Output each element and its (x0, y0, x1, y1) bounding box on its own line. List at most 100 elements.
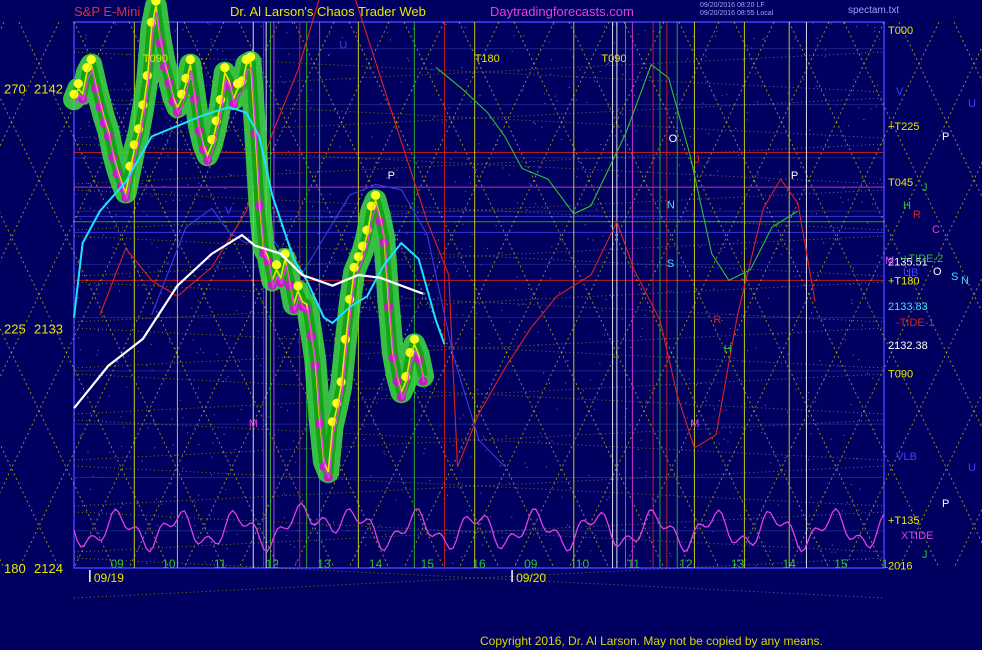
star (95, 285, 97, 287)
interior-label: P (791, 170, 798, 182)
star (150, 343, 152, 345)
right-axis-label: T090 (888, 369, 913, 381)
star (590, 550, 592, 552)
star (223, 434, 225, 435)
star (549, 278, 551, 280)
star (77, 297, 79, 299)
star (808, 392, 810, 394)
star (714, 408, 715, 410)
star (429, 479, 431, 481)
star (685, 402, 687, 404)
star (120, 416, 122, 418)
right-legend-letter: J (922, 549, 928, 561)
star (312, 206, 313, 207)
star (552, 23, 554, 25)
star (171, 418, 173, 420)
star (462, 314, 464, 316)
star (808, 405, 810, 407)
star (175, 525, 177, 527)
star (234, 449, 236, 450)
x-hour-label: 15 (834, 557, 848, 571)
star (495, 225, 497, 227)
star (856, 26, 858, 28)
star (596, 208, 598, 210)
interior-label: T180 (475, 53, 500, 65)
star (800, 166, 801, 168)
star (361, 381, 363, 383)
star (825, 49, 826, 51)
star (198, 387, 199, 389)
star (851, 302, 853, 304)
star (222, 50, 223, 52)
star (475, 337, 477, 339)
star (501, 252, 503, 254)
star (448, 107, 450, 109)
star (208, 259, 210, 260)
star (645, 226, 647, 228)
star (79, 349, 81, 351)
star (843, 434, 845, 436)
star (755, 73, 757, 75)
star (476, 389, 478, 391)
interior-label: R (713, 314, 721, 326)
star (458, 301, 460, 303)
star (304, 448, 306, 450)
star (432, 118, 434, 120)
star (174, 30, 176, 32)
star (278, 345, 280, 347)
star (823, 242, 825, 244)
star (363, 426, 365, 427)
x-hour-label: 11 (627, 557, 640, 571)
star (78, 337, 80, 339)
star (858, 509, 860, 511)
star (286, 32, 288, 34)
star (180, 409, 182, 411)
star (171, 512, 173, 514)
star (526, 209, 528, 211)
star (518, 70, 520, 72)
star (210, 42, 212, 44)
star (614, 42, 615, 44)
star (721, 95, 723, 97)
star (471, 234, 473, 235)
star (401, 315, 402, 317)
price-dot (86, 55, 96, 65)
star (546, 466, 547, 468)
star (170, 125, 172, 127)
star (329, 193, 331, 195)
star (97, 293, 99, 295)
star (641, 327, 643, 329)
lattice-line (788, 161, 982, 569)
star (795, 388, 797, 390)
star (678, 496, 680, 498)
star (488, 343, 490, 345)
star (528, 183, 530, 185)
star (297, 214, 299, 216)
star (697, 368, 699, 370)
star (307, 100, 309, 102)
star (480, 492, 482, 494)
star (233, 276, 235, 278)
star (779, 171, 781, 173)
star (859, 488, 861, 490)
star (669, 553, 671, 554)
star (803, 79, 805, 81)
star (146, 214, 148, 216)
lattice-line (788, 21, 982, 429)
star (193, 201, 195, 203)
star (339, 146, 341, 148)
star (373, 422, 375, 424)
star (401, 295, 402, 297)
star (77, 556, 78, 558)
star (167, 155, 169, 157)
white-average-line (73, 233, 424, 409)
star (146, 562, 148, 564)
interior-label: M (690, 418, 699, 430)
star (638, 449, 639, 450)
star (592, 239, 594, 241)
star (556, 408, 558, 410)
star (777, 334, 779, 335)
star (95, 138, 97, 140)
star (866, 222, 868, 224)
star (141, 460, 143, 462)
